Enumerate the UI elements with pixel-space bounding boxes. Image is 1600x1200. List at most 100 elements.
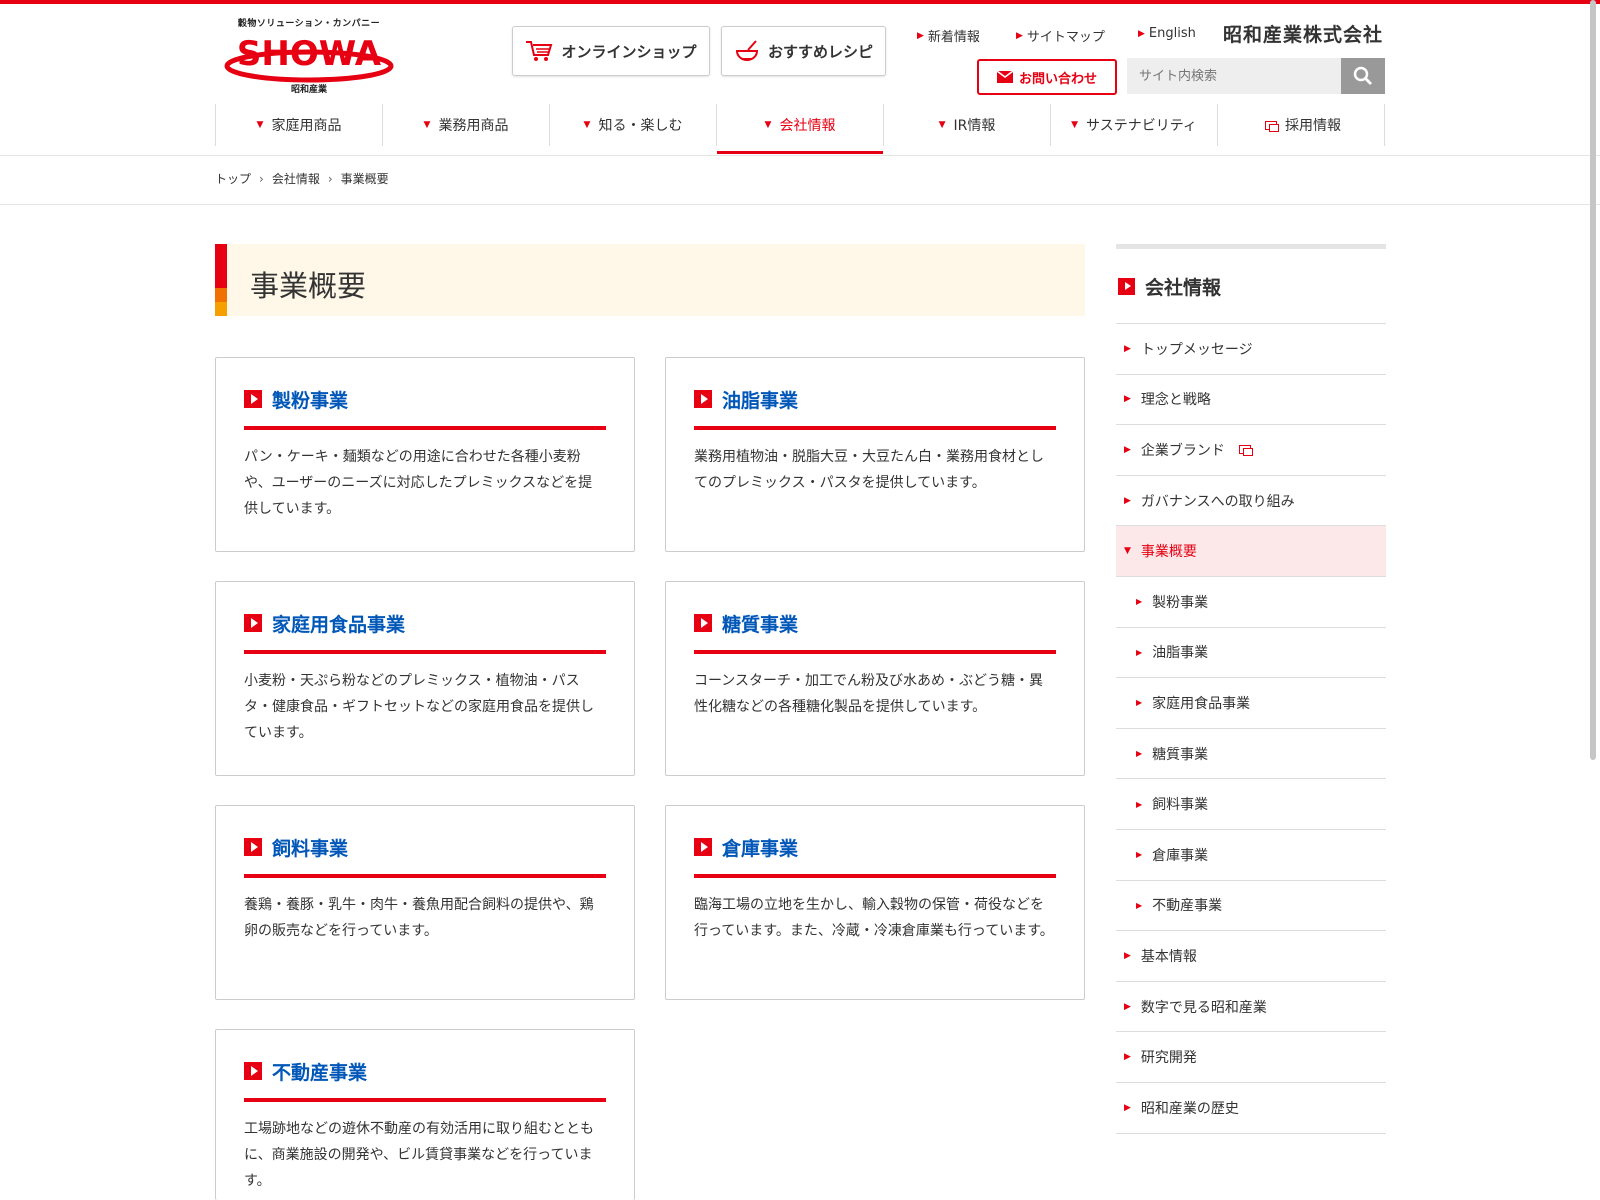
business-card-home-food[interactable]: 家庭用食品事業 小麦粉・天ぷら粉などのプレミックス・植物油・パスタ・健康食品・ギ… — [215, 581, 635, 776]
sidebar-item-history[interactable]: ▶ 昭和産業の歴史 — [1116, 1083, 1386, 1134]
online-shop-button[interactable]: オンラインショップ — [512, 26, 710, 76]
sidebar-heading[interactable]: 会社情報 — [1116, 249, 1386, 324]
page-title: 事業概要 — [250, 269, 367, 303]
triangle-right-icon: ▶ — [1138, 28, 1145, 39]
sidebar-item-rnd[interactable]: ▶ 研究開発 — [1116, 1032, 1386, 1083]
play-icon — [244, 1062, 262, 1080]
triangle-right-icon: ▶ — [1016, 30, 1023, 41]
sidebar-subitem-feed[interactable]: ▶ 飼料事業 — [1116, 779, 1386, 830]
triangle-right-icon: ▶ — [1124, 343, 1131, 354]
card-body: 養鶏・養豚・乳牛・肉牛・養魚用配合飼料の提供や、鶏卵の販売などを行っています。 — [244, 897, 594, 939]
scrollbar[interactable] — [1590, 0, 1596, 760]
play-icon — [694, 390, 712, 408]
triangle-right-icon: ▶ — [1136, 749, 1143, 759]
card-header: 油脂事業 — [694, 386, 1056, 430]
card-title[interactable]: 倉庫事業 — [722, 834, 798, 861]
gnav-item-home-products[interactable]: ▼ 家庭用商品 — [215, 104, 382, 146]
card-title[interactable]: 糖質事業 — [722, 610, 798, 637]
logo-mark-icon: SHOWA — [224, 34, 394, 83]
card-title[interactable]: 不動産事業 — [272, 1058, 367, 1085]
sidebar-subitem-sugar[interactable]: ▶ 糖質事業 — [1116, 729, 1386, 780]
triangle-down-icon: ▼ — [256, 120, 264, 130]
sidebar-item-in-numbers[interactable]: ▶ 数字で見る昭和産業 — [1116, 982, 1386, 1033]
breadcrumb-company[interactable]: 会社情報 — [272, 170, 320, 187]
gnav-item-business-products[interactable]: ▼ 業務用商品 — [382, 104, 549, 146]
logo-text: SHOWA — [237, 34, 382, 74]
cart-icon — [526, 41, 553, 61]
recipe-label: おすすめレシピ — [767, 42, 873, 61]
triangle-right-icon: ▶ — [1124, 950, 1131, 961]
card-header: 糖質事業 — [694, 610, 1056, 654]
play-icon — [244, 838, 262, 856]
card-title[interactable]: 製粉事業 — [272, 386, 348, 413]
sitemap-link[interactable]: ▶ サイトマップ — [1016, 26, 1105, 45]
triangle-down-icon: ▼ — [583, 120, 591, 130]
card-body: 工場跡地などの遊休不動産の有効活用に取り組むとともに、商業施設の開発や、ビル賃貸… — [244, 1121, 594, 1189]
recipe-button[interactable]: おすすめレシピ — [721, 26, 886, 76]
triangle-right-icon: ▶ — [1136, 597, 1143, 607]
sidebar-item-top-message[interactable]: ▶ トップメッセージ — [1116, 324, 1386, 375]
business-card-feed[interactable]: 飼料事業 養鶏・養豚・乳牛・肉牛・養魚用配合飼料の提供や、鶏卵の販売などを行って… — [215, 805, 635, 1000]
business-card-flour[interactable]: 製粉事業 パン・ケーキ・麺類などの用途に合わせた各種小麦粉や、ユーザーのニーズに… — [215, 357, 635, 552]
play-icon — [1118, 277, 1135, 295]
business-card-oil[interactable]: 油脂事業 業務用植物油・脱脂大豆・大豆たん白・業務用食材としてのプレミックス・パ… — [665, 357, 1085, 552]
card-body: パン・ケーキ・麺類などの用途に合わせた各種小麦粉や、ユーザーのニーズに対応したプ… — [244, 449, 593, 517]
business-card-sugar[interactable]: 糖質事業 コーンスターチ・加工でん粉及び水あめ・ぶどう糖・異性化糖などの各種糖化… — [665, 581, 1085, 776]
triangle-right-icon: ▶ — [1124, 495, 1131, 506]
gnav-item-ir[interactable]: ▼ IR情報 — [883, 104, 1050, 146]
triangle-right-icon: ▶ — [917, 30, 924, 41]
card-body: 業務用植物油・脱脂大豆・大豆たん白・業務用食材としてのプレミックス・パスタを提供… — [694, 449, 1044, 491]
sidebar-item-governance[interactable]: ▶ ガバナンスへの取り組み — [1116, 476, 1386, 527]
triangle-down-icon: ▼ — [423, 120, 431, 130]
external-link-icon — [1238, 445, 1253, 457]
mail-icon — [996, 71, 1013, 83]
triangle-right-icon: ▶ — [1124, 1102, 1131, 1113]
nav-divider — [0, 155, 1600, 156]
contact-button[interactable]: お問い合わせ — [977, 59, 1117, 95]
breadcrumb: トップ › 会社情報 › 事業概要 — [215, 170, 389, 187]
showa-logo[interactable]: 穀物ソリューション・カンパニー SHOWA 昭和産業 — [224, 16, 394, 96]
page-title-box: 事業概要 — [215, 244, 1085, 316]
play-icon — [694, 614, 712, 632]
sidebar-subitem-oil[interactable]: ▶ 油脂事業 — [1116, 628, 1386, 679]
sidebar-item-business-overview[interactable]: ▼ 事業概要 — [1116, 526, 1386, 577]
sidebar-subitem-flour[interactable]: ▶ 製粉事業 — [1116, 577, 1386, 628]
business-card-warehouse[interactable]: 倉庫事業 臨海工場の立地を生かし、輸入穀物の保管・荷役などを行っています。また、… — [665, 805, 1085, 1000]
triangle-right-icon: ▶ — [1136, 647, 1143, 657]
card-title[interactable]: 飼料事業 — [272, 834, 348, 861]
sidebar-item-philosophy[interactable]: ▶ 理念と戦略 — [1116, 375, 1386, 426]
play-icon — [694, 838, 712, 856]
play-icon — [244, 614, 262, 632]
gnav-item-recruit[interactable]: 採用情報 — [1217, 104, 1385, 146]
triangle-down-icon: ▼ — [1124, 546, 1131, 557]
triangle-right-icon: ▶ — [1124, 444, 1131, 455]
triangle-right-icon: ▶ — [1136, 900, 1143, 910]
gnav-item-sustainability[interactable]: ▼ サステナビリティ — [1050, 104, 1217, 146]
search-input[interactable] — [1127, 58, 1341, 94]
business-card-real-estate[interactable]: 不動産事業 工場跡地などの遊休不動産の有効活用に取り組むとともに、商業施設の開発… — [215, 1029, 635, 1200]
sidebar-subitem-home-food[interactable]: ▶ 家庭用食品事業 — [1116, 678, 1386, 729]
card-body: 小麦粉・天ぷら粉などのプレミックス・植物油・パスタ・健康食品・ギフトセットなどの… — [244, 673, 594, 741]
english-link[interactable]: ▶ English — [1138, 26, 1196, 41]
gnav-item-company[interactable]: ▼ 会社情報 — [716, 104, 883, 154]
chevron-right-icon: › — [327, 171, 333, 186]
search-button[interactable] — [1341, 58, 1385, 94]
news-link[interactable]: ▶ 新着情報 — [917, 26, 980, 45]
gnav-item-learn-enjoy[interactable]: ▼ 知る・楽しむ — [549, 104, 716, 146]
sidebar-subitem-real-estate[interactable]: ▶ 不動産事業 — [1116, 881, 1386, 932]
card-title[interactable]: 家庭用食品事業 — [272, 610, 405, 637]
triangle-right-icon: ▶ — [1136, 799, 1143, 809]
sidebar-item-basic-info[interactable]: ▶ 基本情報 — [1116, 931, 1386, 982]
triangle-right-icon: ▶ — [1136, 850, 1143, 860]
card-header: 製粉事業 — [244, 386, 606, 430]
title-accent-bar — [215, 244, 227, 316]
breadcrumb-current: 事業概要 — [340, 172, 389, 186]
sidebar-item-brand[interactable]: ▶ 企業ブランド — [1116, 425, 1386, 476]
card-title[interactable]: 油脂事業 — [722, 386, 798, 413]
triangle-right-icon: ▶ — [1136, 698, 1143, 708]
triangle-down-icon: ▼ — [938, 120, 946, 130]
play-icon — [244, 390, 262, 408]
breadcrumb-top[interactable]: トップ — [215, 170, 251, 187]
sidebar-subitem-warehouse[interactable]: ▶ 倉庫事業 — [1116, 830, 1386, 881]
corporate-name: 昭和産業株式会社 — [1223, 24, 1384, 46]
